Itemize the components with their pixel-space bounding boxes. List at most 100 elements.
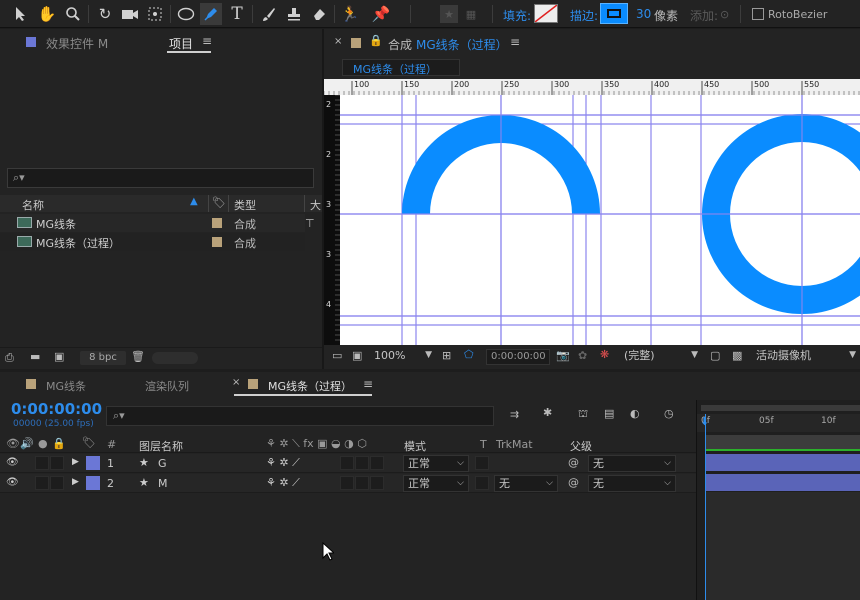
tab-project[interactable]: 项目 (169, 35, 193, 52)
choose-grid-icon[interactable]: ⊞ (442, 349, 451, 362)
comp-artboard[interactable] (340, 95, 860, 345)
playhead-marker-icon[interactable]: ⬇ (700, 415, 709, 428)
layer-color-swatch[interactable] (86, 476, 100, 490)
column-layer-name[interactable]: 图层名称 (139, 438, 183, 454)
pin-tool-icon[interactable]: 📌 (370, 3, 392, 25)
type-tool-icon[interactable]: T (226, 3, 248, 25)
rotate-tool-icon[interactable]: ↻ (94, 3, 116, 25)
frame-blending-icon[interactable]: ▤ (604, 407, 614, 420)
zoom-tool-icon[interactable] (62, 3, 84, 25)
shy-layers-icon[interactable]: ⛫ (578, 407, 588, 422)
camera-tool-icon[interactable] (119, 3, 141, 25)
tab-effect-controls[interactable]: 效果控件 M (46, 35, 108, 52)
stroke-width-value[interactable]: 30 (636, 7, 651, 21)
stroke-swatch[interactable] (600, 3, 628, 24)
star-snap-icon[interactable]: ★ (440, 5, 458, 23)
layer-switches[interactable]: ⚘ ✲ ⟋ (266, 456, 300, 470)
visibility-eye-icon[interactable]: 👁 (6, 477, 19, 488)
lock-icon[interactable]: 🔒 (52, 437, 66, 450)
project-search-input[interactable]: ⌕▾ (7, 168, 314, 188)
parent-dropdown[interactable]: 无 ⌵ (588, 475, 676, 492)
grid-snap-icon[interactable]: ▦ (462, 5, 480, 23)
pickwhip-icon[interactable]: @ (568, 476, 579, 489)
comp-canvas-area[interactable]: 100 150 200 250 300 350 400 450 500 550 2 2 3 3 4 (324, 79, 860, 345)
list-item[interactable]: MG线条 合成 (0, 214, 305, 232)
always-preview-icon[interactable]: ▭ (332, 349, 342, 362)
timeline-timecode[interactable]: 0:00:00:00 (11, 400, 102, 418)
mask-visibility-icon[interactable]: ⬠ (464, 348, 474, 361)
breadcrumb[interactable]: MG线条（过程） (342, 59, 460, 76)
new-folder-icon[interactable]: ▬ (30, 350, 40, 363)
timeline-menu-icon[interactable]: ≡ (363, 377, 373, 391)
mode-dropdown[interactable]: 正常 ⌵ (403, 455, 469, 472)
thumbnail-slider[interactable] (152, 352, 198, 364)
label-swatch[interactable] (212, 218, 222, 228)
flowchart-icon[interactable]: ⊤ (305, 217, 315, 230)
hand-tool-icon[interactable]: ✋ (36, 3, 58, 25)
viewer-timecode[interactable]: 0:00:00:00 (486, 349, 550, 365)
motion-blur-icon[interactable]: ◐ (630, 407, 640, 420)
time-ruler[interactable]: 0f 05f 10f (697, 414, 860, 432)
brush-tool-icon[interactable] (258, 3, 280, 25)
comp-mini-flowchart-icon[interactable]: ⇉ (510, 408, 519, 421)
lock-icon[interactable]: 🔒 (369, 34, 383, 47)
snapshot-region-icon[interactable]: ▣ (352, 349, 362, 362)
table-row[interactable]: 👁 ▶ 1 ★ G ⚘ ✲ ⟋ 正常 ⌵ @ 无 ⌵ (0, 454, 696, 473)
label-swatch[interactable] (212, 237, 222, 247)
ellipse-tool-icon[interactable] (175, 3, 197, 25)
time-graph[interactable]: 0f 05f 10f ⬇ (696, 400, 860, 600)
puppet-tool-icon[interactable]: 🏃 (339, 3, 361, 25)
eraser-tool-icon[interactable] (308, 3, 330, 25)
panel-menu-icon[interactable]: ≡ (202, 34, 212, 48)
solo-icon[interactable]: ● (38, 437, 48, 450)
camera-dropdown[interactable]: 活动摄像机 ▼ (752, 348, 860, 365)
channel-icon[interactable]: ❋ (600, 348, 609, 361)
resolution-dropdown[interactable]: (完整) ▼ (620, 348, 702, 365)
selection-tool-icon[interactable] (10, 3, 32, 25)
new-comp-icon[interactable]: ▣ (54, 350, 64, 363)
parent-dropdown[interactable]: 无 ⌵ (588, 455, 676, 472)
work-area-bar[interactable] (701, 405, 860, 411)
layer-name[interactable]: M (158, 477, 168, 490)
graph-editor-icon[interactable]: ◷ (664, 407, 674, 420)
list-item[interactable]: MG线条（过程） 合成 (0, 233, 305, 251)
interpret-footage-icon[interactable]: ⎙ (5, 351, 14, 365)
tab-mg-line[interactable]: MG线条 (46, 378, 86, 394)
expand-arrow-icon[interactable]: ▶ (72, 457, 79, 467)
viewer-menu-icon[interactable]: ≡ (510, 35, 520, 49)
tab-mg-line-process[interactable]: MG线条（过程） (268, 378, 352, 394)
close-tab-icon[interactable]: × (334, 36, 342, 47)
fill-swatch[interactable] (534, 4, 558, 23)
column-type[interactable]: 类型 (234, 197, 256, 213)
layer-bar-1[interactable] (705, 454, 860, 471)
audio-icon[interactable]: 🔊 (20, 437, 34, 450)
tab-render-queue[interactable]: 渲染队列 (145, 378, 189, 394)
zoom-dropdown[interactable]: 100% ▼ (370, 348, 436, 365)
region-of-interest-icon[interactable]: ▢ (710, 349, 720, 362)
viewer-comp-name[interactable]: MG线条（过程） (416, 36, 508, 53)
trash-icon[interactable]: 🗑 (131, 350, 145, 363)
column-name[interactable]: 名称 (22, 197, 44, 213)
playhead-line[interactable] (705, 414, 706, 600)
table-row[interactable]: 👁 ▶ 2 ★ M ⚘ ✲ ⟋ 正常 ⌵ 无 ⌵ @ 无 ⌵ (0, 474, 696, 493)
pan-behind-tool-icon[interactable] (144, 3, 166, 25)
pickwhip-icon[interactable]: @ (568, 456, 579, 469)
transparency-grid-icon[interactable]: ▩ (732, 349, 742, 362)
show-snapshot-icon[interactable]: ✿ (578, 349, 587, 362)
mode-dropdown[interactable]: 正常 ⌵ (403, 475, 469, 492)
pen-tool-icon[interactable] (200, 3, 222, 25)
eye-icon[interactable]: 👁 (6, 437, 20, 450)
visibility-eye-icon[interactable]: 👁 (6, 457, 19, 468)
close-tab-icon[interactable]: × (232, 377, 240, 388)
clone-stamp-tool-icon[interactable] (283, 3, 305, 25)
layer-color-swatch[interactable] (86, 456, 100, 470)
bpc-button[interactable]: 8 bpc (80, 351, 126, 365)
expand-arrow-icon[interactable]: ▶ (72, 477, 79, 487)
layer-switches[interactable]: ⚘ ✲ ⟋ (266, 476, 300, 490)
layer-search-input[interactable]: ⌕▾ (106, 406, 494, 426)
layer-name[interactable]: G (158, 457, 167, 470)
draft-3d-icon[interactable]: ✱ (543, 406, 552, 419)
camera-snapshot-icon[interactable]: 📷 (556, 349, 570, 362)
layer-bar-2[interactable] (705, 474, 860, 491)
trkmat-dropdown[interactable]: 无 ⌵ (494, 475, 558, 492)
